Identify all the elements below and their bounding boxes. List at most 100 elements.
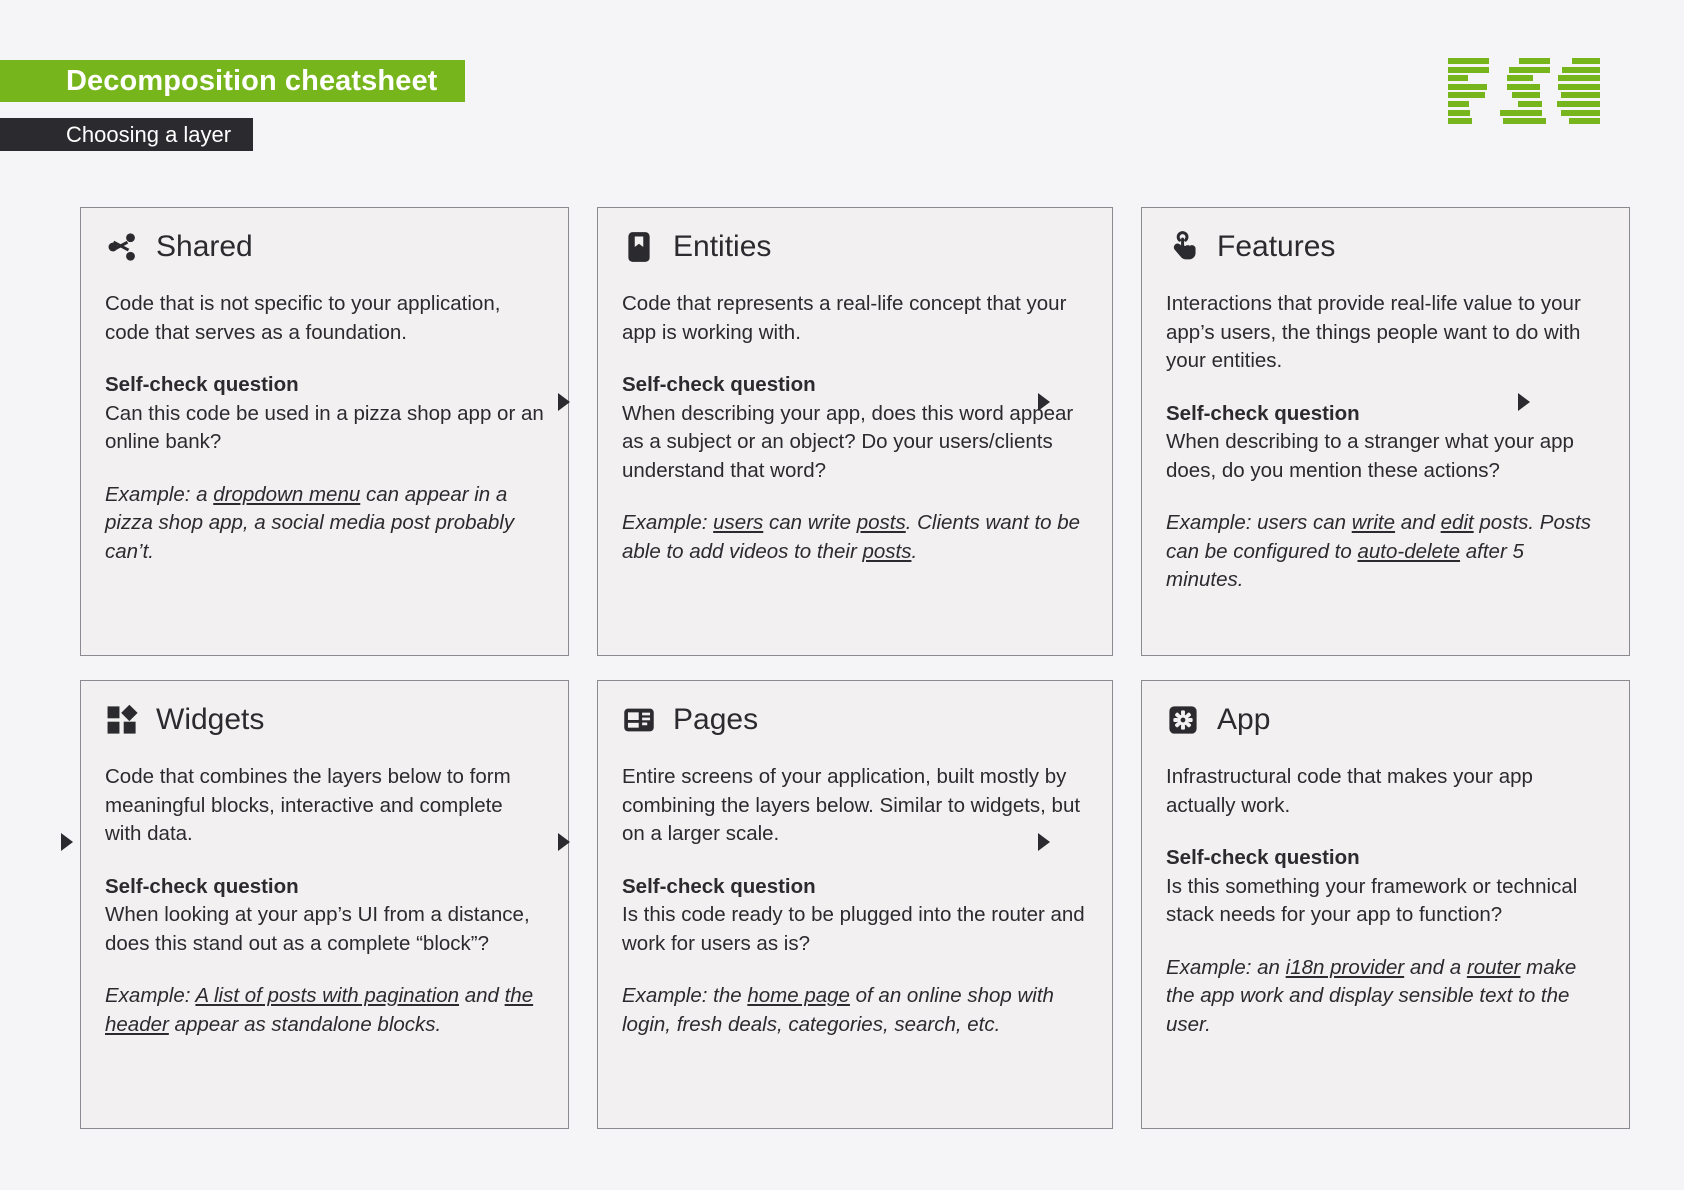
arrow-entities-to-features bbox=[1038, 393, 1050, 411]
logo-stripe bbox=[1448, 92, 1485, 99]
self-check-label: Self-check question bbox=[622, 373, 816, 396]
card-example: Example: a dropdown menu can appear in a… bbox=[105, 482, 515, 563]
logo-stripe-gap bbox=[1475, 101, 1512, 107]
self-check-label: Self-check question bbox=[1166, 846, 1360, 869]
logo-stripe bbox=[1448, 118, 1472, 125]
logo-stripe bbox=[1448, 109, 1470, 116]
logo-stripe bbox=[1561, 109, 1600, 116]
card-header: Features bbox=[1166, 230, 1605, 264]
card-description: Code that combines the layers below to f… bbox=[105, 765, 511, 845]
card-example: Example: A list of posts with pagination… bbox=[105, 984, 534, 1036]
card-title: Shared bbox=[156, 230, 253, 263]
subtitle-banner: Choosing a layer bbox=[0, 118, 254, 151]
card-description: Code that is not specific to your applic… bbox=[105, 292, 501, 344]
share-icon bbox=[105, 230, 139, 264]
card-description: Code that represents a real-life concept… bbox=[622, 292, 1067, 344]
logo-stripe-row bbox=[1448, 75, 1600, 82]
logo-stripe bbox=[1506, 75, 1534, 82]
logo-stripe-gap bbox=[1491, 92, 1507, 98]
logo-stripe-row bbox=[1448, 100, 1600, 107]
self-check-label: Self-check question bbox=[622, 874, 816, 898]
widgets-icon bbox=[105, 703, 139, 737]
card-example: Example: the home page of an online shop… bbox=[622, 984, 1054, 1036]
card-description: Entire screens of your application, buil… bbox=[622, 765, 1081, 845]
self-check-question: Is this something your framework or tech… bbox=[1166, 874, 1578, 927]
logo-stripe-gap bbox=[1476, 110, 1494, 116]
card-header: App bbox=[1166, 703, 1605, 737]
logo-stripe bbox=[1448, 83, 1488, 90]
logo-stripe bbox=[1517, 100, 1542, 107]
logo-stripe bbox=[1508, 66, 1551, 73]
logo-stripe-gap bbox=[1474, 75, 1501, 81]
card-example: Example: users can write posts. Clients … bbox=[622, 511, 1081, 563]
card-description: Interactions that provide real-life valu… bbox=[1166, 292, 1581, 372]
layer-card-pages[interactable]: Pages Entire screens of your application,… bbox=[597, 680, 1113, 1129]
tap-hand-icon bbox=[1166, 230, 1200, 264]
self-check-label: Self-check question bbox=[105, 373, 299, 396]
arrow-features-to-next bbox=[1518, 393, 1530, 411]
logo-stripe-row bbox=[1448, 83, 1600, 90]
layer-card-widgets[interactable]: Widgets Code that combines the layers bel… bbox=[80, 680, 569, 1129]
logo-stripe-row bbox=[1448, 58, 1601, 64]
logo-stripe bbox=[1448, 58, 1490, 64]
logo-stripe-gap bbox=[1546, 84, 1552, 90]
logo-stripe bbox=[1572, 58, 1601, 64]
card-example: Example: an i18n provider and a router m… bbox=[1166, 955, 1577, 1036]
logo-stripe bbox=[1558, 83, 1600, 90]
self-check-question: When describing to a stranger what your … bbox=[1166, 430, 1574, 482]
logo-stripe-gap bbox=[1539, 75, 1552, 81]
card-header: Shared bbox=[105, 230, 544, 264]
logo-stripe bbox=[1448, 66, 1490, 73]
logo-stripe bbox=[1558, 75, 1600, 82]
arrow-shared-to-entities bbox=[558, 393, 570, 411]
logo-stripe bbox=[1568, 118, 1601, 125]
logo-stripe-gap bbox=[1495, 67, 1503, 73]
logo-stripe bbox=[1448, 75, 1469, 82]
self-check-label: Self-check question bbox=[105, 874, 299, 898]
logo-stripe bbox=[1506, 83, 1540, 90]
bookmark-icon bbox=[622, 230, 656, 264]
layer-card-features[interactable]: Features Interactions that provide real-l… bbox=[1141, 207, 1630, 656]
self-check-question: When describing your app, does this word… bbox=[622, 401, 1074, 482]
layer-card-entities[interactable]: Entities Code that represents a real-life… bbox=[597, 207, 1113, 656]
card-example: Example: users can write and edit posts.… bbox=[1166, 511, 1592, 591]
card-title: Features bbox=[1217, 230, 1336, 263]
logo-stripe bbox=[1518, 58, 1551, 64]
logo-stripe-gap bbox=[1493, 84, 1500, 90]
logo-stripe bbox=[1562, 66, 1600, 73]
layer-card-app[interactable]: App Infrastructural code that makes your … bbox=[1141, 680, 1630, 1129]
layer-card-grid: Shared Code that is not specific to your … bbox=[80, 207, 1630, 1129]
logo-stripe-row bbox=[1448, 92, 1600, 99]
card-header: Pages bbox=[622, 703, 1088, 737]
self-check-question: When looking at your app’s UI from a dis… bbox=[105, 903, 530, 955]
layer-card-shared[interactable]: Shared Code that is not specific to your … bbox=[80, 207, 569, 656]
logo-stripe-gap bbox=[1546, 92, 1555, 98]
self-check-label: Self-check question bbox=[1166, 401, 1360, 425]
logo-stripe bbox=[1499, 109, 1543, 116]
logo-stripe-gap bbox=[1548, 101, 1551, 107]
page-title: Decomposition cheatsheet bbox=[66, 64, 438, 97]
card-description: Infrastructural code that makes your app… bbox=[1166, 765, 1533, 817]
logo-stripe bbox=[1512, 92, 1541, 99]
logo-stripe-gap bbox=[1478, 118, 1498, 124]
self-check-question: Can this code be used in a pizza shop ap… bbox=[105, 401, 544, 454]
card-title: Widgets bbox=[156, 703, 265, 736]
logo-stripe-gap bbox=[1495, 58, 1513, 64]
logo-stripe-row bbox=[1448, 109, 1600, 116]
logo-stripe bbox=[1448, 100, 1469, 107]
logo-stripe-row bbox=[1448, 66, 1600, 73]
card-header: Widgets bbox=[105, 703, 544, 737]
card-title: Pages bbox=[673, 703, 759, 736]
arrow-into-widgets bbox=[61, 833, 73, 851]
title-banner: Decomposition cheatsheet bbox=[0, 60, 466, 102]
arrow-pages-to-app bbox=[1038, 833, 1050, 851]
logo-stripe bbox=[1503, 118, 1546, 125]
card-title: Entities bbox=[673, 230, 772, 263]
logo-stripe bbox=[1561, 92, 1600, 99]
fsd-logo bbox=[1448, 58, 1601, 126]
page-header: Decomposition cheatsheet Choosing a laye… bbox=[0, 0, 1684, 175]
logo-stripe-row bbox=[1448, 118, 1601, 125]
logo-stripe-gap bbox=[1548, 110, 1555, 116]
logo-stripe-gap bbox=[1552, 118, 1563, 124]
logo-stripe bbox=[1557, 100, 1600, 107]
